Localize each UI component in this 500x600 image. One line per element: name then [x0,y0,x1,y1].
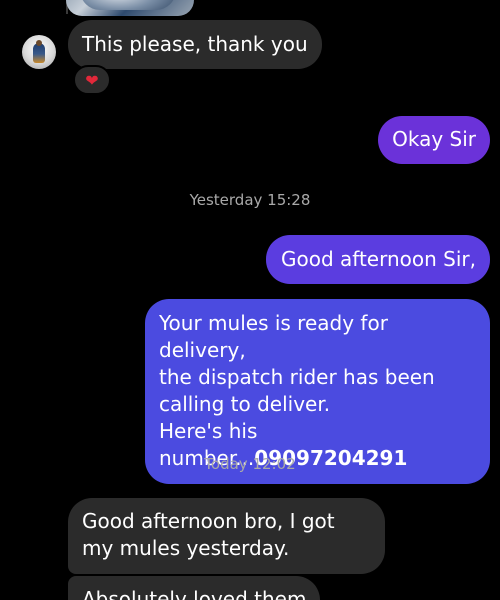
message-bubble-incoming[interactable]: Good afternoon bro, I got my mules yeste… [68,498,385,574]
chat-screen: This please, thank you ❤ Okay Sir Yester… [0,0,500,600]
message-bubble-outgoing[interactable]: Good afternoon Sir, [266,235,490,284]
message-bubble-incoming[interactable]: This please, thank you [68,20,322,69]
message-line: the dispatch rider has been [159,365,435,389]
message-bubble-outgoing[interactable]: Okay Sir [378,116,490,164]
heart-icon: ❤ [85,70,99,90]
avatar-figure [33,43,45,63]
message-text: Absolutely loved them [82,587,307,600]
message-text: Okay Sir [392,127,476,151]
reaction-badge[interactable]: ❤ [73,65,111,95]
avatar-head [36,40,42,46]
message-text: Good afternoon Sir, [281,247,476,271]
message-text: This please, thank you [82,32,308,56]
message-bubble-incoming[interactable]: Absolutely loved them [68,576,321,600]
message-line: calling to deliver. [159,392,331,416]
date-separator: Today 12:02 [204,455,296,473]
image-thumbnail [80,0,176,10]
message-text: Good afternoon bro, I got my mules yeste… [82,509,335,560]
image-attachment[interactable] [66,0,194,16]
message-line: Your mules is ready for delivery, [159,311,388,362]
contact-avatar[interactable] [22,35,56,69]
date-separator: Yesterday 15:28 [189,191,311,209]
